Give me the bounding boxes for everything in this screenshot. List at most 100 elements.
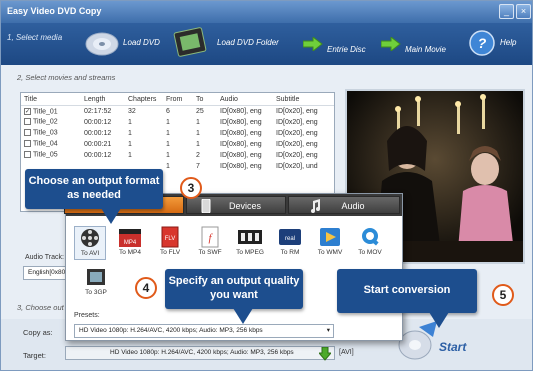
load-dvd-folder-button[interactable]: Load DVD Folder [171, 23, 301, 65]
flash-file-icon: f [196, 226, 224, 248]
mobile-video-icon [82, 266, 110, 288]
row-checkbox[interactable] [24, 140, 31, 148]
quicktime-icon [356, 226, 384, 248]
format-3gp-label: To 3GP [85, 289, 107, 296]
chevron-down-icon: ▾ [326, 327, 330, 334]
callout-format-text: Choose an output format as needed [28, 175, 160, 201]
format-swf-button[interactable]: f To SWF [194, 226, 226, 260]
col-from: From [163, 93, 193, 106]
col-length: Length [81, 93, 125, 106]
audio-track-select[interactable]: English[0x80 [23, 266, 67, 280]
row-from: 1 [166, 129, 170, 137]
row-from: 1 [166, 118, 170, 126]
presets-label: Presets: [74, 312, 100, 319]
format-avi-label: To AVI [80, 250, 100, 257]
row-checkbox[interactable] [24, 129, 31, 137]
row-audio: ID[0x80], eng [220, 162, 262, 170]
mpeg-film-icon [236, 226, 264, 248]
dvd-disc-icon [85, 32, 119, 56]
tab-audio-label: Audio [341, 201, 365, 211]
app-window: Easy Video DVD Copy _ × 1, Select media … [0, 0, 533, 371]
target-field[interactable]: HD Video 1080p: H.264/AVC, 4200 kbps; Au… [65, 346, 335, 360]
format-swf-label: To SWF [198, 249, 222, 256]
help-button[interactable]: ? Help [469, 23, 529, 65]
row-from: 1 [166, 140, 170, 148]
download-arrow-icon[interactable] [319, 347, 331, 361]
audio-track-label: Audio Track: [25, 254, 64, 261]
row-length: 00:00:12 [84, 151, 112, 159]
entire-disc-label: Entrie Disc [327, 45, 366, 54]
row-audio: ID[0x80], eng [220, 129, 262, 137]
table-row[interactable]: Title_05 00:00:12 1 1 2 ID[0x80], eng ID… [21, 150, 334, 161]
row-to: 7 [196, 162, 200, 170]
format-mpeg-label: To MPEG [236, 249, 264, 256]
callout-pointer [429, 312, 449, 328]
row-from: 6 [166, 107, 170, 115]
format-mov-button[interactable]: To MOV [354, 226, 386, 260]
format-flv-button[interactable]: FLV To FLV [154, 226, 186, 260]
phone-icon [201, 199, 211, 213]
row-audio: ID[0x80], eng [220, 140, 262, 148]
row-to: 1 [196, 118, 200, 126]
row-length: 02:17:52 [84, 107, 112, 115]
format-3gp-button[interactable]: To 3GP [80, 266, 112, 300]
format-wmv-button[interactable]: To WMV [314, 226, 346, 260]
flv-file-icon: FLV [156, 226, 184, 248]
start-label: Start [439, 340, 467, 354]
row-title: Title_04 [33, 140, 58, 148]
format-mp4-button[interactable]: MP4 To MP4 [114, 226, 146, 260]
green-arrow-icon [381, 37, 401, 51]
row-title: Title_01 [33, 107, 58, 115]
row-checkbox[interactable] [24, 118, 31, 126]
table-row[interactable]: ✓ Title_01 02:17:52 32 6 25 ID[0x80], eng… [21, 106, 334, 117]
table-row[interactable]: Title_02 00:00:12 1 1 1 ID[0x80], eng ID… [21, 117, 334, 128]
callout-start: Start conversion [337, 269, 477, 313]
row-checkbox[interactable]: ✓ [24, 107, 31, 115]
row-chapters: 1 [128, 151, 132, 159]
step2-label: 2, Select movies and streams [17, 73, 116, 82]
help-label: Help [500, 38, 517, 47]
row-to: 25 [196, 107, 204, 115]
format-mp4-label: To MP4 [118, 249, 142, 256]
tab-devices[interactable]: Devices [186, 196, 286, 214]
callout-pointer [101, 208, 121, 224]
main-movie-option[interactable]: Main Movie [379, 23, 459, 65]
row-checkbox[interactable] [24, 151, 31, 159]
music-note-icon [311, 199, 320, 213]
col-chapters: Chapters [125, 93, 163, 106]
clapper-icon: MP4 [116, 226, 144, 248]
format-rm-label: To RM [280, 249, 300, 256]
row-subtitle: ID[0x20], eng [276, 107, 318, 115]
format-mpeg-button[interactable]: To MPEG [234, 226, 266, 260]
load-dvd-folder-label: Load DVD Folder [217, 38, 279, 47]
row-subtitle: ID[0x20], eng [276, 151, 318, 159]
minimize-button[interactable]: _ [499, 4, 514, 19]
step3-label: 3, Choose out [17, 303, 64, 312]
table-row[interactable]: Title_04 00:00:21 1 1 1 ID[0x80], eng ID… [21, 139, 334, 150]
media-toolbar: 1, Select media Load DVD Load DVD Folder… [1, 23, 532, 65]
presets-select[interactable]: HD Video 1080p: H.264/AVC, 4200 kbps; Au… [74, 324, 334, 338]
close-button[interactable]: × [516, 4, 531, 19]
format-avi-button[interactable]: To AVI [74, 226, 106, 260]
row-from: 1 [166, 162, 170, 170]
tab-audio[interactable]: Audio [288, 196, 400, 214]
row-audio: ID[0x80], eng [220, 151, 262, 159]
row-audio: ID[0x80], eng [220, 107, 262, 115]
table-row[interactable]: Title_03 00:00:12 1 1 1 ID[0x80], eng ID… [21, 128, 334, 139]
window-title: Easy Video DVD Copy [7, 6, 102, 16]
film-folder-icon [173, 27, 207, 57]
row-chapters: 1 [128, 129, 132, 137]
col-title: Title [21, 93, 81, 106]
row-subtitle: ID[0x20], eng [276, 129, 318, 137]
row-subtitle: ID[0x20], und [276, 162, 318, 170]
row-chapters: 1 [128, 118, 132, 126]
main-movie-label: Main Movie [405, 45, 446, 54]
format-rm-button[interactable]: real To RM [274, 226, 306, 260]
load-dvd-button[interactable]: Load DVD [85, 23, 165, 65]
presets-value: HD Video 1080p: H.264/AVC, 4200 kbps; Au… [79, 327, 263, 334]
entire-disc-option[interactable]: Entrie Disc [301, 23, 371, 65]
callout-quality-text: Specify an output quality you want [168, 275, 300, 301]
wmv-play-icon [316, 226, 344, 248]
target-extension: [AVI] [339, 349, 354, 356]
help-icon: ? [469, 30, 495, 56]
